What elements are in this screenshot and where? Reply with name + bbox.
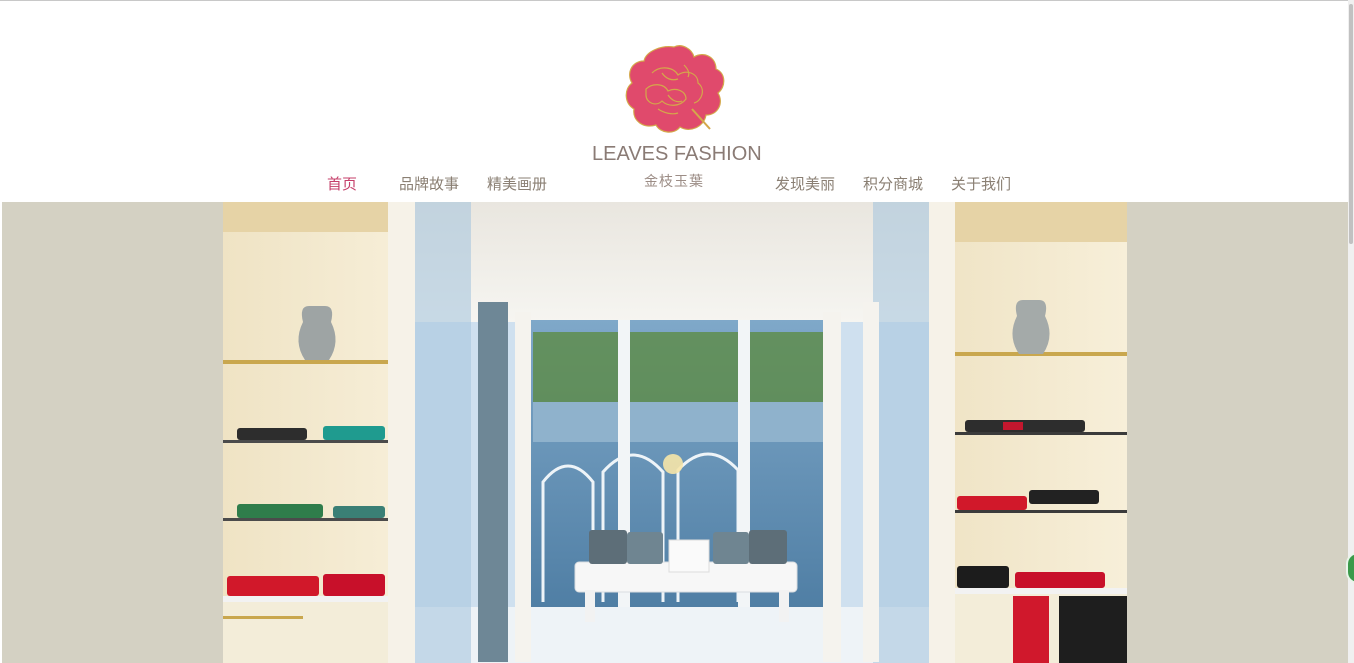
- nav-item-points-mall[interactable]: 积分商城: [863, 173, 923, 194]
- nav-item-brand-story[interactable]: 品牌故事: [399, 173, 459, 194]
- nav-item-about-us[interactable]: 关于我们: [951, 173, 1011, 194]
- peony-logo-icon: [625, 45, 725, 133]
- boutique-interior-image: [223, 202, 1127, 663]
- brand-name-zh: 金枝玉葉: [644, 174, 704, 190]
- brand-name-en: LEAVES FASHION: [592, 143, 762, 165]
- nav-item-discover-beauty[interactable]: 发现美丽: [775, 173, 835, 194]
- banner-image[interactable]: [223, 202, 1127, 663]
- nav-item-home[interactable]: 首页: [327, 173, 357, 194]
- scrollbar-thumb[interactable]: [1349, 4, 1353, 244]
- site-header: LEAVES FASHION 金枝玉葉 首页 品牌故事 精美画册 发现美丽 积分…: [0, 1, 1354, 202]
- brand-logo[interactable]: LEAVES FASHION 金枝玉葉: [592, 41, 762, 191]
- nav-item-albums[interactable]: 精美画册: [487, 173, 547, 194]
